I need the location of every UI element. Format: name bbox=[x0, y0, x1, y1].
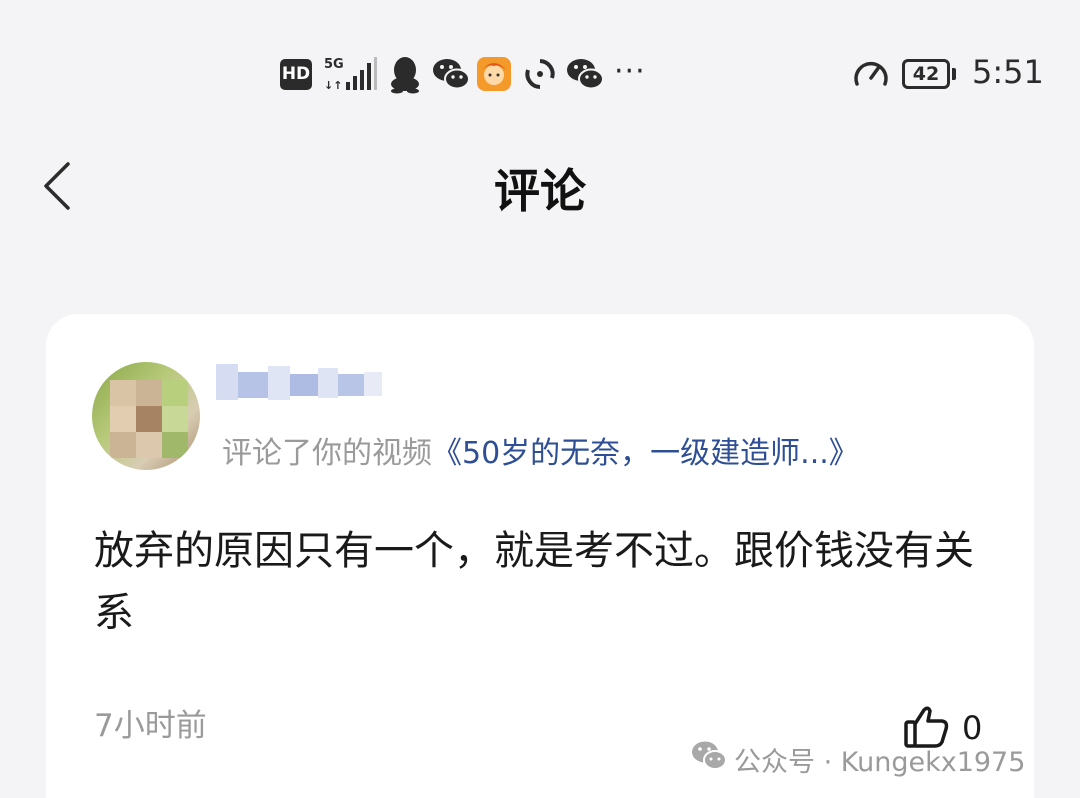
svg-text:↓↑: ↓↑ bbox=[324, 79, 342, 92]
comment-timestamp: 7小时前 bbox=[94, 708, 207, 744]
wechat-official-account-icon bbox=[692, 741, 727, 770]
comment-meta: 评论了你的视频《50岁的无奈，一级建造师...》 bbox=[222, 428, 859, 472]
comment-screen: HD 5G ↓↑ ··· 42 5:51 评论 评论了你的视频《50岁的无奈，一… bbox=[0, 0, 1080, 798]
watermark-text: 公众号 · Kungekx1975 bbox=[734, 747, 1026, 778]
qq-icon bbox=[391, 57, 419, 94]
hd-badge: HD bbox=[280, 59, 312, 90]
wechat-icon-2 bbox=[567, 59, 604, 90]
signal-label: 5G bbox=[324, 57, 344, 72]
battery-indicator: 42 bbox=[902, 59, 956, 89]
wechat-icon bbox=[433, 59, 470, 90]
comment-text: 放弃的原因只有一个，就是考不过。跟价钱没有关系 bbox=[94, 528, 974, 636]
signal-icon: 5G ↓↑ bbox=[324, 57, 377, 92]
app-avatar-icon bbox=[477, 57, 511, 91]
username-blurred[interactable] bbox=[216, 360, 384, 408]
sync-icon bbox=[525, 59, 555, 89]
more-notifications-indicator: ··· bbox=[614, 54, 646, 89]
avatar[interactable] bbox=[92, 362, 200, 470]
status-bar: HD 5G ↓↑ ··· 42 5:51 bbox=[0, 0, 1080, 150]
meta-prefix: 评论了你的视频 bbox=[222, 436, 432, 471]
page-title: 评论 bbox=[494, 164, 586, 218]
video-title-link[interactable]: 《50岁的无奈，一级建造师...》 bbox=[432, 436, 859, 471]
speedometer-icon bbox=[854, 61, 888, 86]
status-time: 5:51 bbox=[972, 53, 1044, 91]
